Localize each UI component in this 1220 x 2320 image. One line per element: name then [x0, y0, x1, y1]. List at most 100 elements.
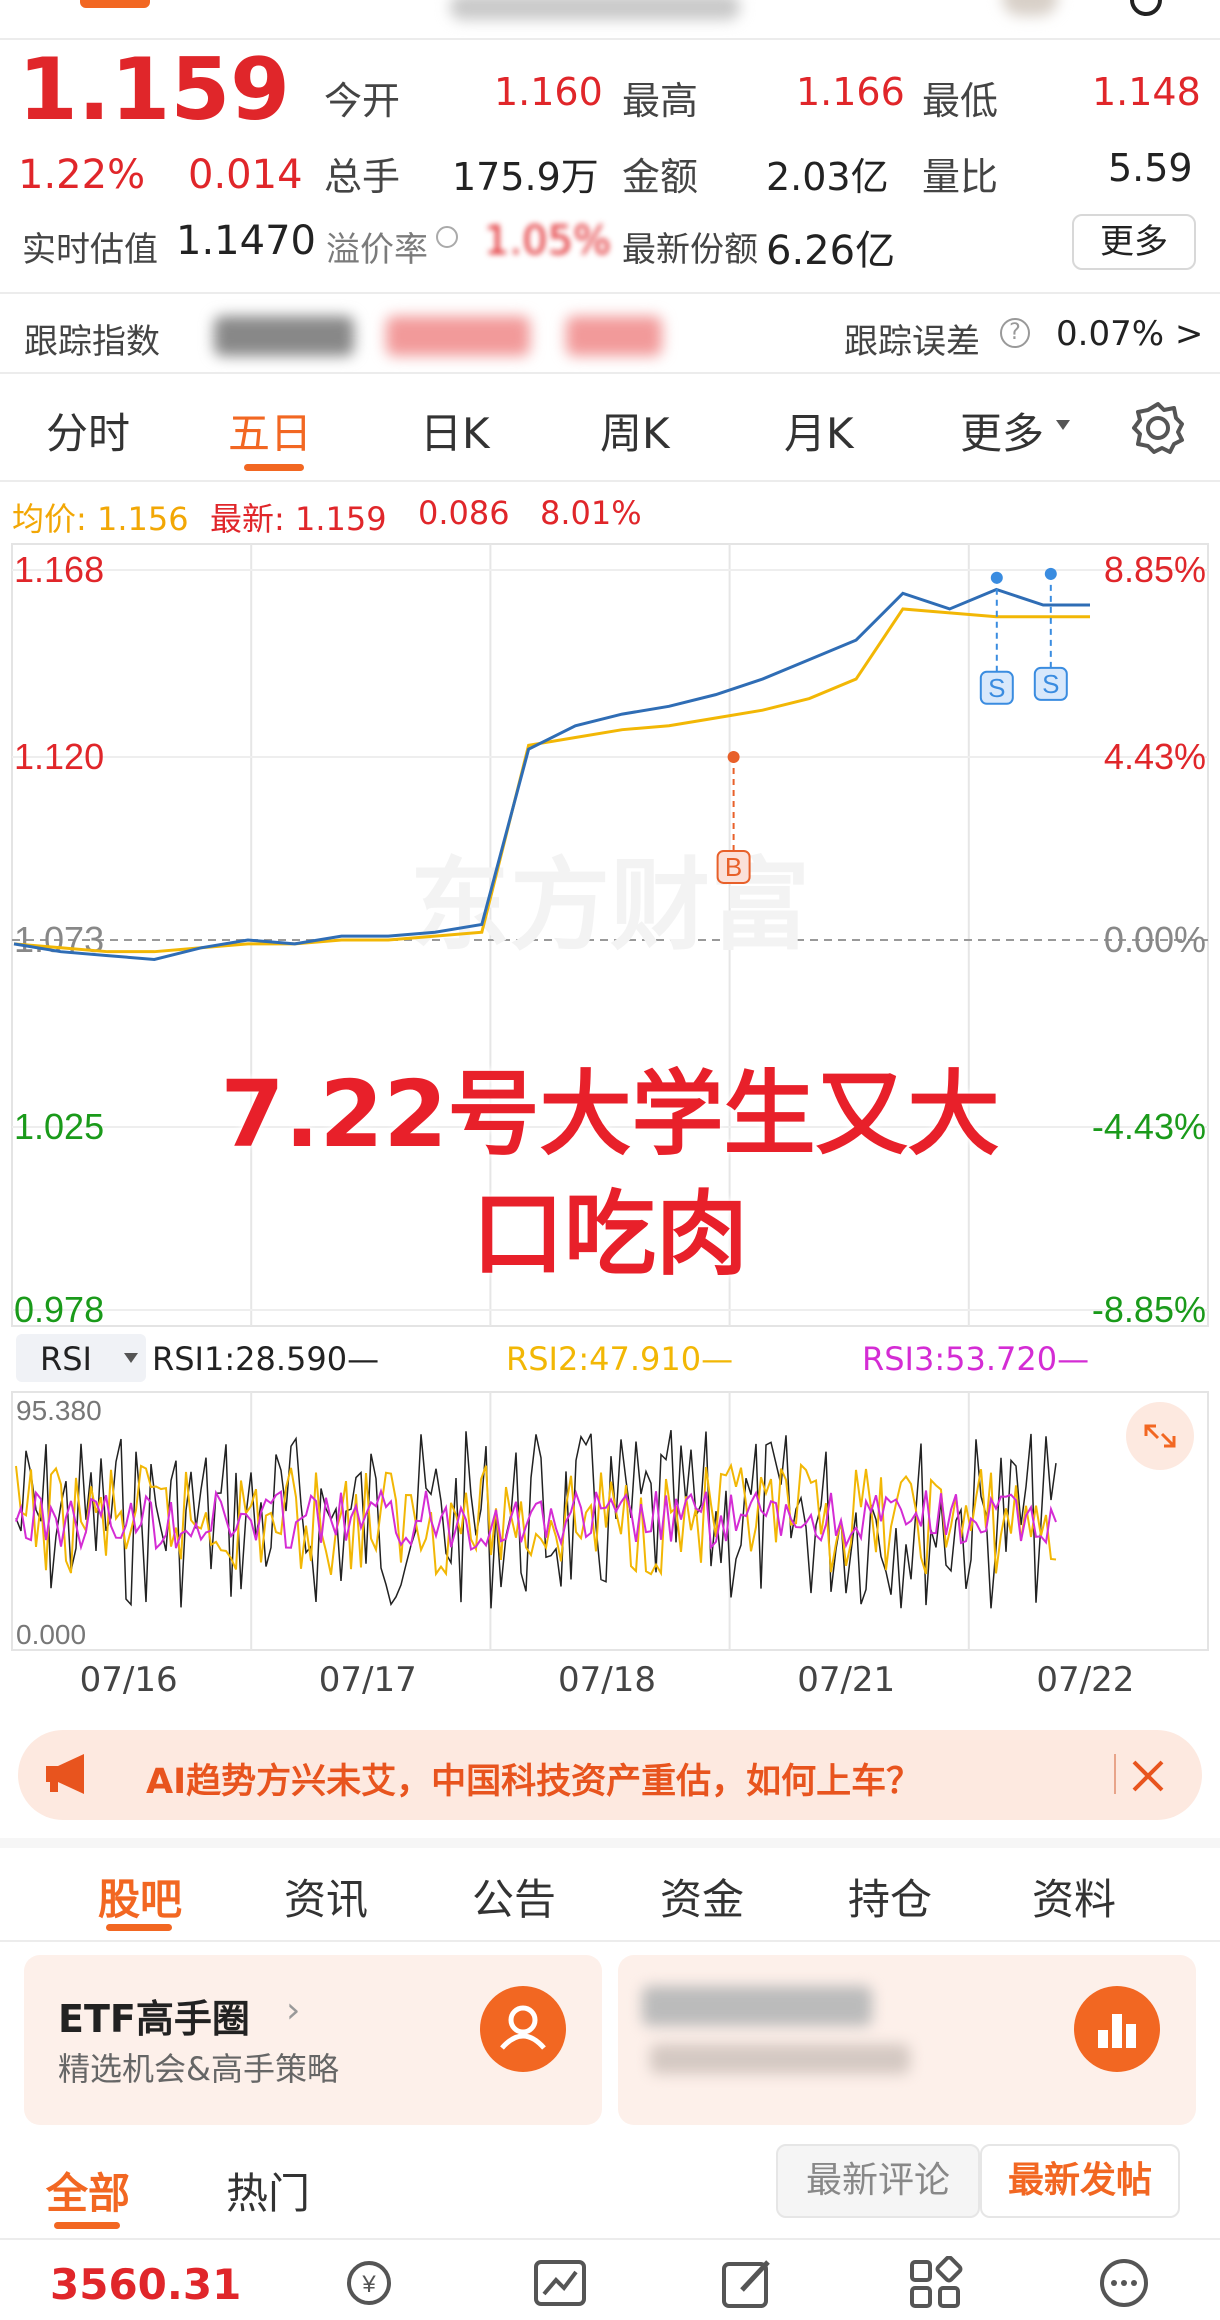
- volume-ratio-label: 量比: [922, 155, 999, 199]
- market-index-value[interactable]: 3560.31: [50, 2260, 241, 2309]
- right-card-title-blurred: [642, 1986, 872, 2026]
- y-tick-left: 1.120: [14, 736, 104, 777]
- chevron-down-icon: [1056, 420, 1070, 430]
- active-tab-indicator: [106, 1924, 172, 1931]
- volume-ratio-value: 5.59: [1108, 146, 1193, 190]
- amount-label: 金额: [622, 155, 699, 199]
- tab-holdings[interactable]: 持仓: [848, 1866, 932, 1927]
- expand-button: [1126, 1402, 1194, 1470]
- y-tick-right: 0.00%: [1104, 919, 1206, 960]
- date-axis: 07/16 07/17 07/18 07/21 07/22: [0, 1660, 1220, 1704]
- open-label: 今开: [324, 79, 401, 123]
- y-tick-right: 8.85%: [1104, 549, 1206, 590]
- tracking-error-label: 跟踪误差: [844, 322, 980, 362]
- apps-icon[interactable]: [906, 2256, 966, 2310]
- chart-icon[interactable]: [530, 2256, 590, 2310]
- more-button[interactable]: 更多: [1072, 214, 1196, 270]
- sort-latest-post[interactable]: 最新发帖: [980, 2144, 1180, 2218]
- tab-guba[interactable]: 股吧: [98, 1866, 182, 1927]
- tab-intraday[interactable]: 分时: [46, 400, 130, 461]
- marker-label: S: [1042, 669, 1059, 699]
- active-tab-indicator: [244, 464, 304, 471]
- divider: [0, 1940, 1220, 1942]
- overlay-caption-line2: 口吃肉: [471, 1181, 748, 1288]
- right-card-subtitle-blurred: [650, 2044, 910, 2074]
- megaphone-icon: [46, 1754, 84, 1794]
- divider: [0, 480, 1220, 482]
- tab-weekly-k[interactable]: 周K: [600, 400, 670, 461]
- section-gap: [0, 1838, 1220, 1848]
- chevron-down-icon: [124, 1353, 138, 1363]
- chevron-right-icon: ›: [286, 1990, 301, 2031]
- banner-text[interactable]: AI趋势方兴未艾，中国科技资产重估，如何上车？: [146, 1753, 921, 1804]
- tracking-error-value[interactable]: 0.07% >: [1056, 314, 1203, 354]
- nav-label: 实时估值: [22, 230, 158, 270]
- tab-announcements[interactable]: 公告: [472, 1866, 556, 1927]
- latest-change: 0.086: [418, 494, 510, 532]
- chart-bars-icon: [1074, 1986, 1160, 2072]
- gear-icon[interactable]: [1130, 400, 1186, 456]
- tracking-index-change-blurred: [566, 316, 662, 356]
- rsi-bottom-label: 0.000: [16, 1619, 86, 1650]
- help-icon[interactable]: [436, 226, 458, 248]
- tab-daily-k[interactable]: 日K: [420, 400, 490, 461]
- feed-tab-hot[interactable]: 热门: [226, 2160, 310, 2221]
- y-tick-left: 0.978: [14, 1289, 104, 1330]
- trade-icon[interactable]: ¥: [338, 2256, 400, 2310]
- rsi-top-label: 95.380: [16, 1395, 102, 1426]
- divider: [0, 292, 1220, 294]
- svg-text:¥: ¥: [361, 2271, 376, 2298]
- help-icon[interactable]: ?: [1000, 318, 1030, 348]
- rsi-chart[interactable]: 95.380 0.000: [0, 1390, 1220, 1652]
- shares-label: 最新份额: [622, 230, 758, 270]
- group-icon: [480, 1986, 566, 2072]
- amount-value: 2.03亿: [766, 155, 889, 199]
- close-icon[interactable]: [1130, 1758, 1166, 1794]
- x-tick-label: 07/16: [79, 1660, 178, 1700]
- low-value: 1.148: [1092, 70, 1201, 114]
- rsi3-value: RSI3:53.720—: [862, 1340, 1090, 1378]
- stock-name-blurred: [450, 0, 740, 20]
- feed-tab-all[interactable]: 全部: [46, 2160, 130, 2221]
- current-price: 1.159: [18, 40, 291, 140]
- tab-news[interactable]: 资讯: [284, 1866, 368, 1927]
- more-options-icon[interactable]: [1094, 2256, 1154, 2310]
- x-tick-label: 07/22: [1036, 1660, 1135, 1700]
- premium-value: 1.05%: [484, 218, 612, 264]
- card-title: ETF高手圈: [58, 1997, 250, 2041]
- card-subtitle: 精选机会&高手策略: [58, 2050, 339, 2088]
- avg-price: 均价: 1.156: [12, 500, 189, 538]
- x-tick-label: 07/18: [558, 1660, 656, 1700]
- tab-fund-flow[interactable]: 资金: [660, 1866, 744, 1927]
- search-icon[interactable]: [1130, 0, 1162, 16]
- rsi2-value: RSI2:47.910—: [506, 1340, 734, 1378]
- y-tick-left: 1.168: [14, 549, 104, 590]
- rsi1-value: RSI1:28.590—: [152, 1340, 380, 1378]
- rsi-selector-label: RSI: [40, 1340, 92, 1378]
- tab-profile[interactable]: 资料: [1032, 1866, 1116, 1927]
- volume-value: 175.9万: [452, 155, 599, 199]
- premium-label: 溢价率: [326, 230, 428, 270]
- marker-label: S: [988, 673, 1005, 703]
- tracking-index-label: 跟踪指数: [24, 322, 160, 362]
- app-logo: [80, 0, 150, 8]
- tab-more[interactable]: 更多: [960, 400, 1044, 461]
- tracking-index-name-blurred: [214, 316, 354, 356]
- tab-monthly-k[interactable]: 月K: [784, 400, 854, 461]
- overlay-caption-line1: 7.22号大学生又大: [220, 1061, 1000, 1168]
- shares-value: 6.26亿: [766, 228, 896, 274]
- edit-icon[interactable]: [718, 2256, 778, 2310]
- tab-five-day[interactable]: 五日: [228, 400, 312, 461]
- banner-divider: [1114, 1754, 1116, 1794]
- latest-change-pct: 8.01%: [540, 494, 642, 532]
- divider: [0, 372, 1220, 374]
- open-value: 1.160: [494, 70, 603, 114]
- nav-value: 1.1470: [176, 218, 316, 264]
- volume-label: 总手: [324, 155, 401, 199]
- sort-latest-comment[interactable]: 最新评论: [776, 2144, 980, 2218]
- high-label: 最高: [622, 79, 699, 123]
- y-tick-right: -8.85%: [1092, 1289, 1206, 1330]
- avatar[interactable]: [1002, 0, 1058, 16]
- trade-markers: B S S: [716, 567, 1068, 884]
- latest-price: 最新: 1.159: [210, 500, 387, 538]
